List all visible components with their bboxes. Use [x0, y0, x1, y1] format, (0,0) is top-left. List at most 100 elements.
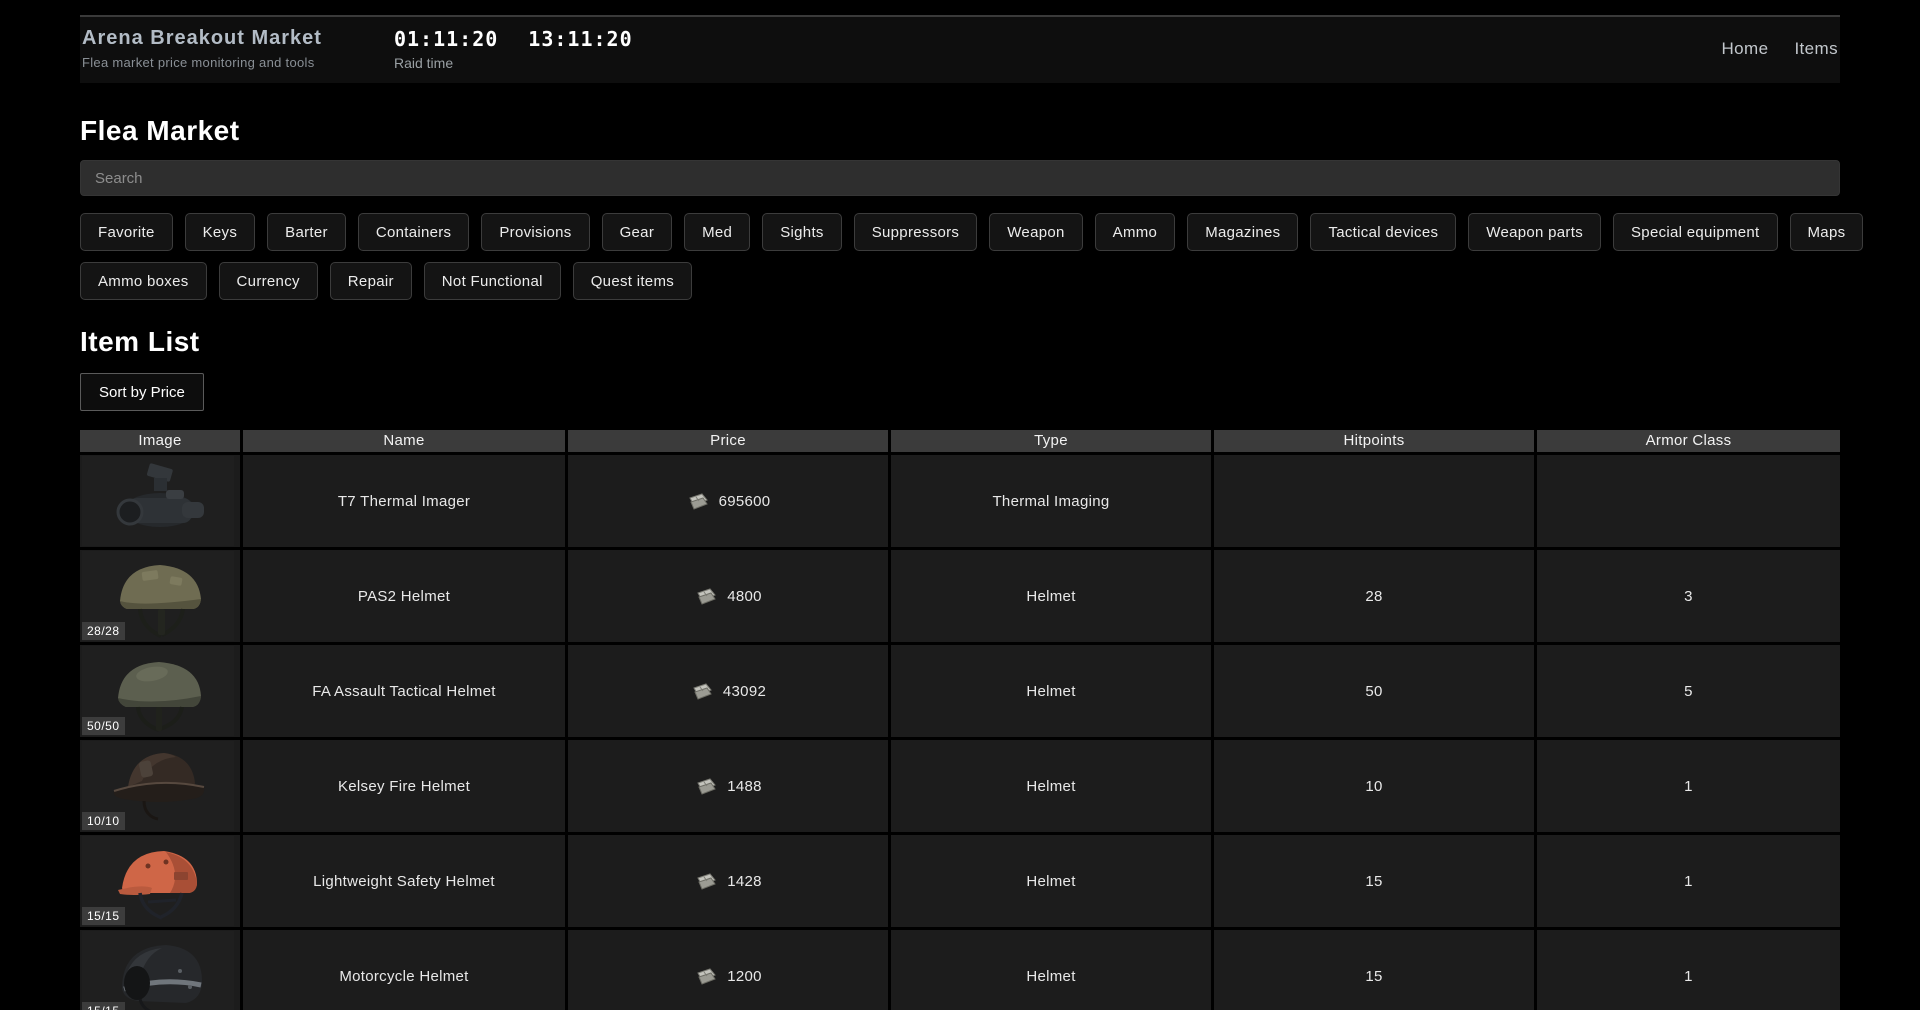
durability-badge: 28/28 — [82, 622, 125, 640]
item-price-cell: 1488 — [568, 740, 888, 832]
item-price: 1428 — [727, 873, 762, 890]
table-row-cell-image: 50/50 — [80, 645, 240, 737]
motorcycle-helmet-black-icon — [82, 931, 234, 1010]
column-header-armor-class: Armor Class — [1537, 430, 1840, 452]
filter-med[interactable]: Med — [684, 213, 750, 251]
filter-gear[interactable]: Gear — [602, 213, 673, 251]
money-bundle-icon — [694, 967, 718, 986]
filter-containers[interactable]: Containers — [358, 213, 470, 251]
item-armor-class — [1537, 455, 1840, 547]
top-navigation: Home Items — [1721, 39, 1838, 59]
filter-tactical-devices[interactable]: Tactical devices — [1310, 213, 1456, 251]
item-image-motorcycle-helmet-black[interactable]: 15/15 — [82, 931, 234, 1010]
item-type: Helmet — [891, 645, 1211, 737]
table-row-cell-image: 15/15 — [80, 835, 240, 927]
app-container: Arena Breakout Market Flea market price … — [80, 15, 1840, 1010]
column-header-image: Image — [80, 430, 240, 452]
item-image-combat-helmet-olive[interactable]: 50/50 — [82, 646, 234, 736]
item-armor-class: 3 — [1537, 550, 1840, 642]
item-armor-class: 1 — [1537, 930, 1840, 1010]
item-price: 1488 — [727, 778, 762, 795]
column-header-price: Price — [568, 430, 888, 452]
filter-ammo[interactable]: Ammo — [1095, 213, 1176, 251]
search-bar — [80, 160, 1840, 196]
filter-suppressors[interactable]: Suppressors — [854, 213, 978, 251]
item-name: Kelsey Fire Helmet — [243, 740, 565, 832]
money-bundle-icon — [694, 872, 718, 891]
item-price: 43092 — [723, 683, 766, 700]
money-bundle-icon — [694, 587, 718, 606]
nav-link-items[interactable]: Items — [1794, 39, 1838, 59]
table-row-cell-image — [80, 455, 240, 547]
filter-weapon[interactable]: Weapon — [989, 213, 1082, 251]
item-hitpoints: 50 — [1214, 645, 1534, 737]
top-header: Arena Breakout Market Flea market price … — [80, 15, 1840, 83]
item-hitpoints — [1214, 455, 1534, 547]
filter-row-2: Ammo boxes Currency Repair Not Functiona… — [80, 262, 1840, 300]
thermal-imager-icon — [82, 456, 234, 546]
flea-market-heading: Flea Market — [80, 115, 1840, 147]
filter-special-equipment[interactable]: Special equipment — [1613, 213, 1778, 251]
item-price-cell: 695600 — [568, 455, 888, 547]
item-price-cell: 43092 — [568, 645, 888, 737]
filter-barter[interactable]: Barter — [267, 213, 346, 251]
filter-quest-items[interactable]: Quest items — [573, 262, 692, 300]
item-price-cell: 1200 — [568, 930, 888, 1010]
raid-time-label: Raid time — [394, 55, 633, 71]
item-hitpoints: 15 — [1214, 930, 1534, 1010]
item-price-cell: 1428 — [568, 835, 888, 927]
app-title: Arena Breakout Market — [82, 27, 322, 50]
item-hitpoints: 10 — [1214, 740, 1534, 832]
filter-repair[interactable]: Repair — [330, 262, 412, 300]
search-input[interactable] — [80, 160, 1840, 196]
filter-weapon-parts[interactable]: Weapon parts — [1468, 213, 1601, 251]
durability-badge: 10/10 — [82, 812, 125, 830]
item-type: Thermal Imaging — [891, 455, 1211, 547]
item-price: 1200 — [727, 968, 762, 985]
filter-keys[interactable]: Keys — [185, 213, 256, 251]
item-hitpoints: 15 — [1214, 835, 1534, 927]
item-image-safety-helmet-orange[interactable]: 15/15 — [82, 836, 234, 926]
sort-by-price-button[interactable]: Sort by Price — [80, 373, 204, 411]
secondary-time-value: 13:11:20 — [528, 27, 632, 51]
money-bundle-icon — [690, 682, 714, 701]
filter-sights[interactable]: Sights — [762, 213, 842, 251]
table-row-cell-image: 10/10 — [80, 740, 240, 832]
app-subtitle: Flea market price monitoring and tools — [82, 55, 322, 70]
filter-maps[interactable]: Maps — [1790, 213, 1864, 251]
durability-badge: 15/15 — [82, 907, 125, 925]
item-armor-class: 1 — [1537, 740, 1840, 832]
column-header-name: Name — [243, 430, 565, 452]
item-table: Image Name Price Type Hitpoints Armor Cl… — [80, 430, 1840, 1010]
nav-link-home[interactable]: Home — [1721, 39, 1768, 59]
filter-not-functional[interactable]: Not Functional — [424, 262, 561, 300]
table-row-cell-image: 15/15 — [80, 930, 240, 1010]
item-type: Helmet — [891, 550, 1211, 642]
item-name: FA Assault Tactical Helmet — [243, 645, 565, 737]
raid-clock: 01:11:20 13:11:20 Raid time — [394, 27, 633, 71]
item-price-cell: 4800 — [568, 550, 888, 642]
item-armor-class: 5 — [1537, 645, 1840, 737]
table-row-cell-image: 28/28 — [80, 550, 240, 642]
item-name: Motorcycle Helmet — [243, 930, 565, 1010]
filter-magazines[interactable]: Magazines — [1187, 213, 1298, 251]
item-name: T7 Thermal Imager — [243, 455, 565, 547]
item-price: 4800 — [727, 588, 762, 605]
filter-currency[interactable]: Currency — [219, 262, 318, 300]
durability-badge: 50/50 — [82, 717, 125, 735]
brand-block: Arena Breakout Market Flea market price … — [82, 27, 322, 70]
item-image-fire-helmet-dark[interactable]: 10/10 — [82, 741, 234, 831]
money-bundle-icon — [686, 492, 710, 511]
item-armor-class: 1 — [1537, 835, 1840, 927]
item-name: PAS2 Helmet — [243, 550, 565, 642]
filter-provisions[interactable]: Provisions — [481, 213, 589, 251]
item-image-combat-helmet-tan[interactable]: 28/28 — [82, 551, 234, 641]
money-bundle-icon — [694, 777, 718, 796]
durability-badge: 15/15 — [82, 1002, 125, 1010]
item-type: Helmet — [891, 740, 1211, 832]
filter-favorite[interactable]: Favorite — [80, 213, 173, 251]
item-image-thermal-imager[interactable] — [82, 456, 234, 546]
item-list-heading: Item List — [80, 326, 1840, 358]
filter-ammo-boxes[interactable]: Ammo boxes — [80, 262, 207, 300]
item-hitpoints: 28 — [1214, 550, 1534, 642]
